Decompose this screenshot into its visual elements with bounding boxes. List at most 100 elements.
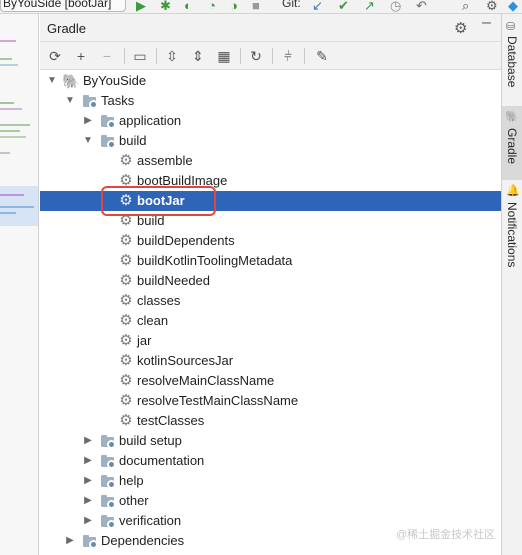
refresh-icon[interactable]: ⟳ bbox=[45, 46, 65, 66]
remove-icon[interactable]: − bbox=[97, 46, 117, 66]
right-tool-window-bar: ⛁ Database 🐘 Gradle 🔔 Notifications bbox=[501, 14, 522, 555]
tree-node-tasks[interactable]: ▼ Tasks bbox=[40, 91, 501, 111]
group-modules-icon[interactable]: ▦ bbox=[214, 46, 234, 66]
task-gear-icon: ⚙ bbox=[119, 312, 133, 329]
task-label: testClasses bbox=[137, 413, 205, 428]
task-testclasses[interactable]: ⚙ testClasses bbox=[40, 411, 501, 431]
tab-label: Gradle bbox=[505, 128, 519, 165]
chevron-right-icon[interactable]: ▶ bbox=[82, 434, 94, 448]
task-label: bootJar bbox=[137, 193, 185, 208]
tree-node-label: build bbox=[119, 133, 147, 148]
gradle-elephant-icon: 🐘 bbox=[62, 73, 80, 89]
coverage-icon[interactable]: ◐ bbox=[184, 0, 192, 12]
task-gear-icon: ⚙ bbox=[119, 332, 133, 349]
tree-node-build-group[interactable]: ▼ build bbox=[40, 131, 501, 151]
main-toolbar: ByYouSide [bootJar] ▶ ✱ ◐ ◔ ◑ ■ Git: ↙ ✔… bbox=[0, 0, 522, 14]
task-buildkotlintoolingmetadata[interactable]: ⚙ buildKotlinToolingMetadata bbox=[40, 251, 501, 271]
task-label: buildDependents bbox=[137, 233, 235, 248]
run-configuration-select[interactable]: ByYouSide [bootJar] bbox=[0, 0, 126, 12]
tree-node-label: build setup bbox=[119, 433, 182, 448]
task-folder-icon bbox=[82, 93, 98, 109]
offline-icon[interactable]: ⫩ bbox=[278, 46, 298, 66]
tree-node-application[interactable]: ▶ application bbox=[40, 111, 501, 131]
task-bootjar[interactable]: ⚙ bootJar bbox=[40, 191, 501, 211]
task-gear-icon: ⚙ bbox=[119, 292, 133, 309]
task-label: kotlinSourcesJar bbox=[137, 353, 234, 368]
settings-wrench-icon[interactable]: ✎ bbox=[312, 46, 332, 66]
task-kotlinsourcesjar[interactable]: ⚙ kotlinSourcesJar bbox=[40, 351, 501, 371]
task-classes[interactable]: ⚙ classes bbox=[40, 291, 501, 311]
bell-icon: 🔔 bbox=[506, 185, 520, 197]
ide-logo-icon[interactable]: ◆ bbox=[508, 0, 518, 12]
gradle-panel-header: Gradle ⚙ – bbox=[40, 14, 501, 42]
chevron-right-icon[interactable]: ▶ bbox=[82, 474, 94, 488]
chevron-right-icon[interactable]: ▶ bbox=[82, 454, 94, 468]
add-icon[interactable]: + bbox=[71, 46, 91, 66]
task-label: buildKotlinToolingMetadata bbox=[137, 253, 293, 268]
task-resolvetestmainclassname[interactable]: ⚙ resolveTestMainClassName bbox=[40, 391, 501, 411]
tree-node-build-setup[interactable]: ▶ build setup bbox=[40, 431, 501, 451]
task-builddependents[interactable]: ⚙ buildDependents bbox=[40, 231, 501, 251]
debug-icon[interactable]: ✱ bbox=[160, 0, 171, 12]
task-label: buildNeeded bbox=[137, 273, 211, 288]
git-push-icon[interactable]: ↗ bbox=[364, 0, 375, 12]
tree-node-root[interactable]: ▼ 🐘 ByYouSide bbox=[40, 71, 501, 91]
run-attach-icon[interactable]: ◑ bbox=[230, 0, 238, 12]
tree-node-documentation[interactable]: ▶ documentation bbox=[40, 451, 501, 471]
tree-node-label: other bbox=[119, 493, 149, 508]
task-resolvemainclassname[interactable]: ⚙ resolveMainClassName bbox=[40, 371, 501, 391]
expand-all-icon[interactable]: ⇳ bbox=[162, 46, 182, 66]
panel-options-gear-icon[interactable]: ⚙ bbox=[454, 19, 467, 37]
settings-icon[interactable]: ⚙ bbox=[486, 0, 498, 12]
tab-notifications[interactable]: 🔔 Notifications bbox=[502, 182, 522, 292]
task-label: classes bbox=[137, 293, 181, 308]
tab-database[interactable]: ⛁ Database bbox=[502, 18, 522, 104]
task-jar[interactable]: ⚙ jar bbox=[40, 331, 501, 351]
task-assemble[interactable]: ⚙ assemble bbox=[40, 151, 501, 171]
search-everywhere-icon[interactable]: ⌕ bbox=[462, 0, 469, 12]
editor-fragment bbox=[0, 14, 39, 555]
task-build[interactable]: ⚙ build bbox=[40, 211, 501, 231]
panel-title: Gradle bbox=[47, 21, 87, 36]
task-gear-icon: ⚙ bbox=[119, 192, 133, 209]
run-icon[interactable]: ▶ bbox=[136, 0, 146, 12]
task-bootbuildimage[interactable]: ⚙ bootBuildImage bbox=[40, 171, 501, 191]
tree-node-label: Dependencies bbox=[101, 533, 185, 548]
task-folder-icon bbox=[100, 493, 116, 509]
git-update-icon[interactable]: ↙ bbox=[312, 0, 323, 12]
task-label: resolveTestMainClassName bbox=[137, 393, 299, 408]
task-gear-icon: ⚙ bbox=[119, 272, 133, 289]
chevron-right-icon[interactable]: ▶ bbox=[82, 114, 94, 128]
tree-node-label: verification bbox=[119, 513, 182, 528]
tree-node-other[interactable]: ▶ other bbox=[40, 491, 501, 511]
analyze-icon[interactable]: ↻ bbox=[246, 46, 266, 66]
task-gear-icon: ⚙ bbox=[119, 392, 133, 409]
task-gear-icon: ⚙ bbox=[119, 232, 133, 249]
gradle-toolbar: ⟳ + − ▭ ⇳ ⇕ ▦ ↻ ⫩ ✎ bbox=[40, 42, 501, 70]
tab-label: Notifications bbox=[505, 202, 519, 268]
task-gear-icon: ⚙ bbox=[119, 152, 133, 169]
tab-gradle[interactable]: 🐘 Gradle bbox=[502, 106, 522, 180]
hide-panel-icon[interactable]: – bbox=[482, 14, 491, 32]
tree-node-help[interactable]: ▶ help bbox=[40, 471, 501, 491]
history-icon[interactable]: ◷ bbox=[390, 0, 401, 12]
database-icon: ⛁ bbox=[506, 21, 516, 33]
stop-icon[interactable]: ■ bbox=[252, 0, 260, 12]
rollback-icon[interactable]: ↶ bbox=[416, 0, 427, 12]
chevron-right-icon[interactable]: ▶ bbox=[82, 494, 94, 508]
show-tasks-icon[interactable]: ▭ bbox=[130, 46, 150, 66]
chevron-down-icon[interactable]: ▼ bbox=[82, 134, 94, 148]
chevron-down-icon[interactable]: ▼ bbox=[46, 74, 58, 88]
chevron-right-icon[interactable]: ▶ bbox=[82, 514, 94, 528]
task-buildneeded[interactable]: ⚙ buildNeeded bbox=[40, 271, 501, 291]
profile-icon[interactable]: ◔ bbox=[208, 0, 216, 12]
collapse-all-icon[interactable]: ⇕ bbox=[188, 46, 208, 66]
task-clean[interactable]: ⚙ clean bbox=[40, 311, 501, 331]
task-folder-icon bbox=[100, 113, 116, 129]
tree-node-label: documentation bbox=[119, 453, 205, 468]
dependencies-folder-icon bbox=[82, 533, 98, 549]
watermark: @稀土掘金技术社区 bbox=[396, 529, 496, 541]
git-commit-icon[interactable]: ✔ bbox=[338, 0, 349, 12]
chevron-down-icon[interactable]: ▼ bbox=[64, 94, 76, 108]
chevron-right-icon[interactable]: ▶ bbox=[64, 534, 76, 548]
